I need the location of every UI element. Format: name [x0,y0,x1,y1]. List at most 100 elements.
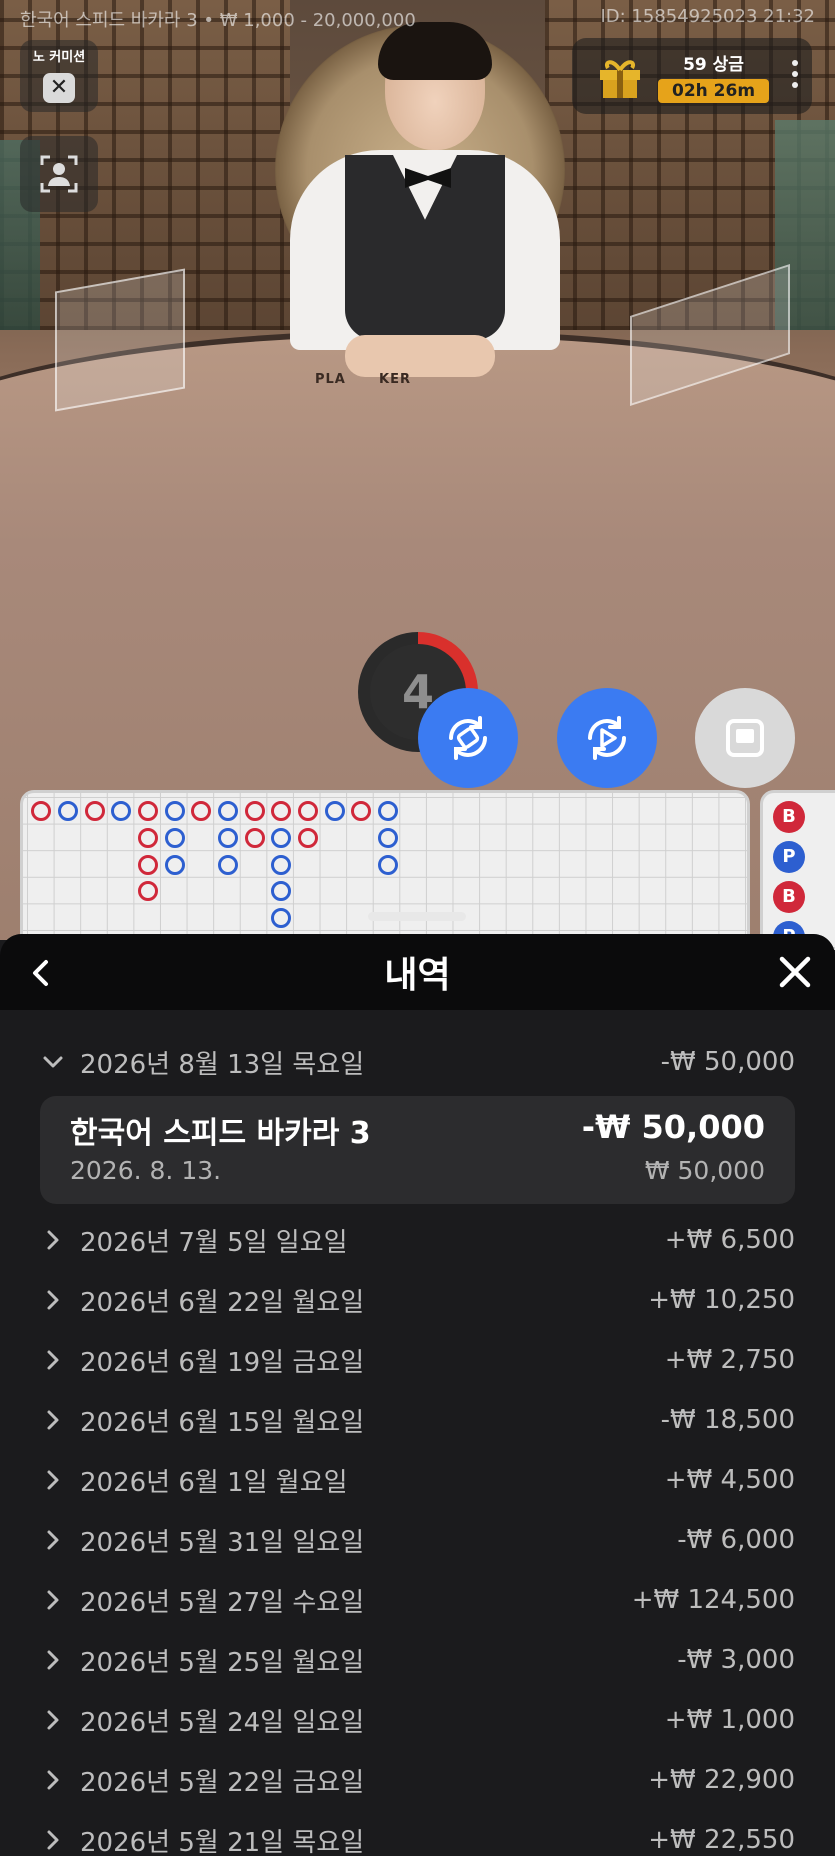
road-dot [378,855,398,875]
day-date: 2026년 5월 25일 월요일 [80,1647,365,1678]
stop-button[interactable] [695,688,795,788]
day-amount: +₩ 22,900 [648,1765,795,1795]
sheet-header: 내역 [0,934,835,1010]
history-day[interactable]: 2026년 5월 21일 목요일 +₩ 22,550 [0,1810,835,1856]
table-info-bar: 한국어 스피드 바카라 3 • ₩ 1,000 - 20,000,000 ID:… [20,6,815,32]
bead-banker: B [773,881,805,913]
rotate-view-button[interactable] [418,688,518,788]
close-button[interactable] [777,954,813,990]
road-dot [138,881,158,901]
road-dot [378,801,398,821]
back-button[interactable] [24,956,58,990]
table-limits: 한국어 스피드 바카라 3 • ₩ 1,000 - 20,000,000 [20,10,416,31]
history-day[interactable]: 2026년 5월 22일 금요일 +₩ 22,900 [0,1750,835,1810]
bead-player: P [773,841,805,873]
no-commission-toggle[interactable]: 노 커미션 ✕ [20,40,98,112]
road-dot [165,801,185,821]
day-amount: +₩ 124,500 [631,1585,795,1615]
day-amount: -₩ 50,000 [660,1047,795,1077]
chevron-right-icon [47,1470,59,1490]
dealer-hands [345,335,495,377]
chevron-right-icon [47,1650,59,1670]
chevron-right-icon [47,1830,59,1850]
day-amount: -₩ 6,000 [677,1525,795,1555]
gift-icon [600,60,640,98]
bead-banker: B [773,801,805,833]
day-amount: -₩ 18,500 [660,1405,795,1435]
day-date: 2026년 6월 22일 월요일 [80,1287,365,1318]
sheet-drag-handle[interactable] [368,912,466,921]
road-dot [271,908,291,928]
history-day[interactable]: 2026년 6월 22일 월요일 +₩ 10,250 [0,1270,835,1330]
history-day-expanded[interactable]: 2026년 8월 13일 목요일 -₩ 50,000 [0,1032,835,1092]
road-dot [271,855,291,875]
close-icon [779,956,811,988]
road-dot [271,801,291,821]
chevron-right-icon [47,1290,59,1310]
sheet-title: 내역 [384,955,451,996]
history-sheet: 내역 2026년 8월 13일 목요일 -₩ 50,000 한국어 스피드 바카… [0,934,835,1856]
history-list: 2026년 8월 13일 목요일 -₩ 50,000 한국어 스피드 바카라 3… [0,1010,835,1856]
road-dot [351,801,371,821]
replay-icon [588,716,626,760]
road-dot [271,828,291,848]
chevron-right-icon [47,1230,59,1250]
prize-count: 59 상금 [683,54,744,75]
dealer-view-button[interactable] [20,136,98,212]
history-day[interactable]: 2026년 6월 15일 월요일 -₩ 18,500 [0,1390,835,1450]
road-dot [271,881,291,901]
day-date: 2026년 5월 31일 일요일 [80,1527,365,1558]
score-roadmap[interactable] [20,790,750,950]
day-date: 2026년 6월 1일 월요일 [80,1467,348,1498]
history-day[interactable]: 2026년 5월 24일 일요일 +₩ 1,000 [0,1690,835,1750]
round-id: ID: 15854925023 21:32 [600,6,815,27]
chevron-right-icon [47,1590,59,1610]
game-net-result: -₩ 50,000 [581,1108,765,1146]
chevron-right-icon [47,1530,59,1550]
rotate-card-icon [449,716,487,760]
bead-road[interactable]: B P B P [760,790,835,950]
road-dot [138,801,158,821]
day-date: 2026년 6월 19일 금요일 [80,1347,365,1378]
prize-widget[interactable]: 59 상금 02h 26m [572,38,812,114]
chevron-left-icon [33,960,48,986]
road-dot [58,801,78,821]
history-day[interactable]: 2026년 5월 31일 일요일 -₩ 6,000 [0,1510,835,1570]
chevron-down-icon [43,1056,63,1068]
day-amount: +₩ 2,750 [664,1345,795,1375]
history-day[interactable]: 2026년 5월 25일 월요일 -₩ 3,000 [0,1630,835,1690]
road-dot [138,855,158,875]
road-dot [325,801,345,821]
road-dot [85,801,105,821]
chevron-right-icon [47,1770,59,1790]
road-dot [245,801,265,821]
more-options-icon[interactable] [792,60,798,93]
road-dot [165,855,185,875]
day-date: 2026년 5월 22일 금요일 [80,1767,365,1798]
no-commission-label: 노 커미션 [32,50,86,65]
replay-button[interactable] [557,688,657,788]
chevron-right-icon [47,1410,59,1430]
road-dot [298,828,318,848]
game-record-card[interactable]: 한국어 스피드 바카라 3 -₩ 50,000 2026. 8. 13. ₩ 5… [40,1096,795,1204]
history-day[interactable]: 2026년 7월 5일 일요일 +₩ 6,500 [0,1210,835,1270]
prize-timer: 02h 26m [658,78,770,103]
road-dot [218,801,238,821]
chevron-right-icon [47,1710,59,1730]
history-day[interactable]: 2026년 6월 19일 금요일 +₩ 2,750 [0,1330,835,1390]
day-amount: +₩ 6,500 [664,1225,795,1255]
table-print-label: PLA KER [315,372,411,387]
day-date: 2026년 5월 27일 수요일 [80,1587,365,1618]
road-dot [218,855,238,875]
history-day[interactable]: 2026년 5월 27일 수요일 +₩ 124,500 [0,1570,835,1630]
day-amount: +₩ 1,000 [664,1705,795,1735]
discard-tray [55,268,185,412]
person-frame-icon [40,155,78,193]
road-dot [191,801,211,821]
road-dot [165,828,185,848]
day-date: 2026년 8월 13일 목요일 [80,1049,365,1080]
history-day[interactable]: 2026년 6월 1일 월요일 +₩ 4,500 [0,1450,835,1510]
road-dot [218,828,238,848]
stop-icon [726,719,764,757]
chevron-right-icon [47,1350,59,1370]
